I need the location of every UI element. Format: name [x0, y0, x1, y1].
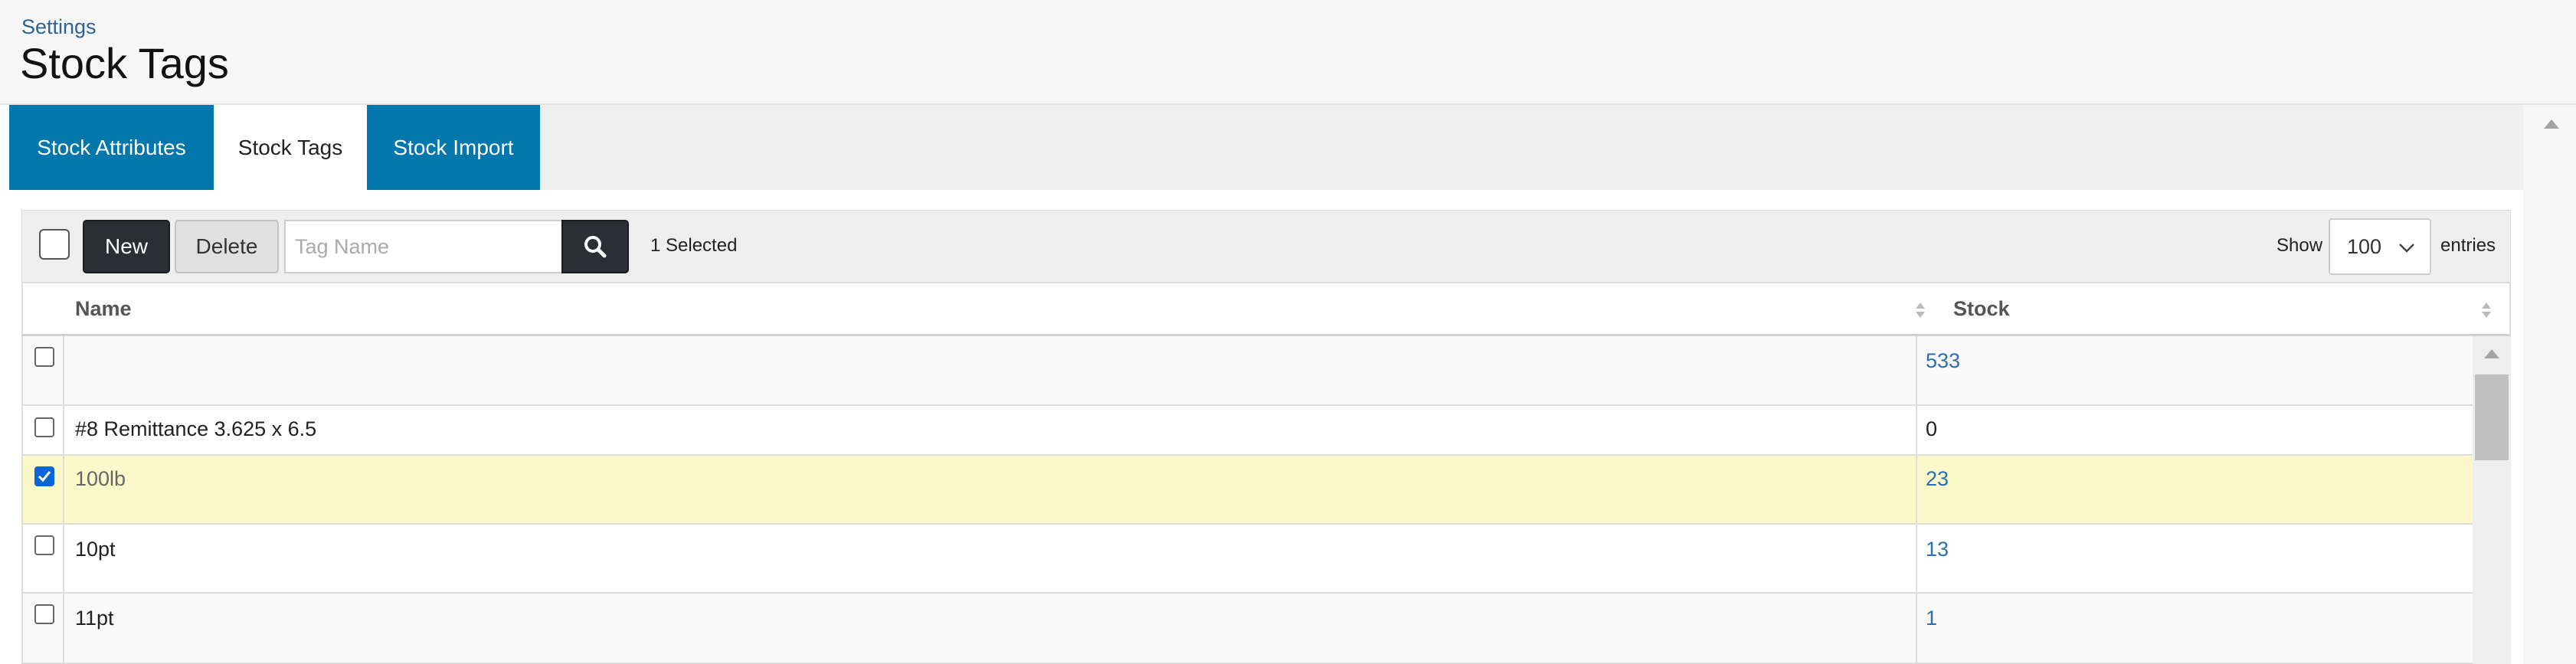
- row-name: 10pt: [75, 538, 116, 561]
- row-name: #8 Remittance 3.625 x 6.5: [75, 417, 317, 440]
- row-checkbox-cell: [23, 336, 64, 404]
- table-scrollbar[interactable]: [2473, 336, 2511, 664]
- column-divider: [1916, 594, 1917, 662]
- column-divider: [1916, 406, 1917, 454]
- search-button[interactable]: [561, 220, 629, 273]
- table-row-selected[interactable]: 100lb 23: [23, 456, 2473, 525]
- page-scrollbar[interactable]: [2523, 105, 2576, 664]
- scrollbar-thumb[interactable]: [2475, 375, 2509, 460]
- table-header: Name Stock: [21, 282, 2511, 336]
- row-name: 11pt: [75, 607, 114, 630]
- breadcrumb-settings[interactable]: Settings: [21, 15, 97, 39]
- row-stock-value: 0: [1926, 417, 1938, 440]
- row-stock-link[interactable]: 1: [1926, 607, 1937, 630]
- search-icon: [584, 236, 607, 258]
- row-checkbox-cell: [23, 594, 64, 662]
- row-name: 100lb: [75, 467, 126, 490]
- delete-button[interactable]: Delete: [175, 220, 279, 273]
- row-checkbox-cell: [23, 456, 64, 523]
- row-checkbox[interactable]: [34, 604, 54, 624]
- check-icon: [38, 471, 51, 482]
- row-checkbox-cell: [23, 406, 64, 454]
- table-row[interactable]: 11pt 1: [23, 594, 2473, 664]
- sort-icon[interactable]: [1914, 300, 1926, 320]
- column-divider: [1916, 456, 1917, 523]
- scroll-up-icon[interactable]: [2483, 348, 2500, 359]
- table-row[interactable]: 533: [23, 336, 2473, 406]
- chevron-down-icon: [2399, 244, 2414, 253]
- page-title: Stock Tags: [20, 39, 229, 87]
- show-label: Show: [2277, 235, 2323, 256]
- row-checkbox[interactable]: [34, 535, 54, 555]
- column-header-stock[interactable]: Stock: [1953, 297, 2010, 321]
- scroll-up-icon[interactable]: [2543, 119, 2560, 129]
- entries-per-page-select[interactable]: 100: [2329, 218, 2431, 275]
- table-row[interactable]: 10pt 13: [23, 525, 2473, 594]
- tab-strip: Stock Attributes Stock Tags Stock Import: [9, 105, 2523, 190]
- selected-count: 1 Selected: [650, 235, 738, 256]
- row-checkbox-cell: [23, 525, 64, 592]
- row-checkbox-checked[interactable]: [34, 466, 54, 486]
- tab-stock-attributes[interactable]: Stock Attributes: [9, 105, 214, 190]
- row-stock-link[interactable]: 23: [1926, 467, 1949, 491]
- entries-value: 100: [2347, 234, 2382, 258]
- select-all-checkbox[interactable]: [39, 229, 70, 260]
- row-checkbox[interactable]: [34, 417, 54, 437]
- column-header-name[interactable]: Name: [75, 297, 132, 321]
- table-row[interactable]: #8 Remittance 3.625 x 6.5 0: [23, 406, 2473, 456]
- sort-icon[interactable]: [2480, 300, 2493, 320]
- column-divider: [1916, 525, 1917, 592]
- row-checkbox[interactable]: [34, 347, 54, 367]
- entries-label: entries: [2440, 235, 2496, 256]
- row-stock-link[interactable]: 13: [1926, 538, 1949, 561]
- new-button[interactable]: New: [83, 220, 170, 273]
- tab-stock-tags[interactable]: Stock Tags: [214, 105, 367, 190]
- row-stock-link[interactable]: 533: [1926, 349, 1960, 373]
- table-body: 533 #8 Remittance 3.625 x 6.5 0 100lb 23…: [21, 336, 2473, 664]
- tag-name-search-input[interactable]: [284, 220, 561, 273]
- page-header: Settings Stock Tags: [0, 0, 2576, 105]
- column-divider: [1916, 336, 1917, 404]
- tab-stock-import[interactable]: Stock Import: [367, 105, 540, 190]
